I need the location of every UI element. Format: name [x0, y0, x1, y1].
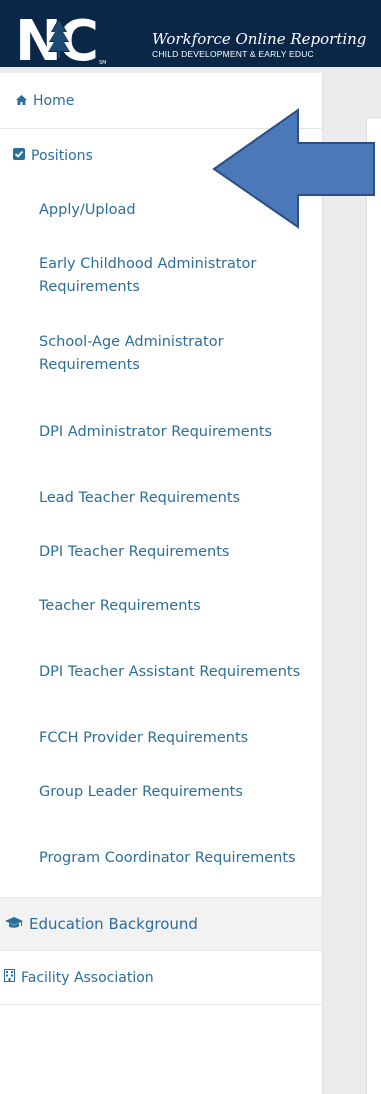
submenu-item-group-leader[interactable]: Group Leader Requirements: [0, 765, 322, 819]
submenu-item-dpi-teacher[interactable]: DPI Teacher Requirements: [0, 525, 322, 579]
app-subtitle: CHILD DEVELOPMENT & EARLY EDUC: [152, 49, 314, 59]
app-title: Workforce Online Reporting: [152, 30, 367, 48]
building-icon: [4, 969, 15, 986]
positions-submenu: Apply/Upload Early Childhood Administrat…: [0, 183, 322, 897]
submenu-item-dpi-teacher-assistant[interactable]: DPI Teacher Assistant Requirements: [0, 633, 322, 711]
sidebar-item-label: Facility Association: [21, 969, 154, 986]
submenu-item-program-coordinator[interactable]: Program Coordinator Requirements: [0, 819, 322, 897]
content-panel: [366, 119, 381, 1094]
brand: Workforce Online Reporting CHILD DEVELOP…: [152, 30, 367, 60]
sidebar-item-label: Positions: [31, 148, 93, 164]
submenu-item-dpi-admin[interactable]: DPI Administrator Requirements: [0, 393, 322, 471]
submenu-item-school-age-admin[interactable]: School-Age Administrator Requirements: [0, 315, 322, 393]
sidebar-item-label: Education Background: [29, 915, 198, 933]
sidebar-item-facility-association[interactable]: Facility Association: [0, 951, 322, 1005]
submenu-item-early-childhood-admin[interactable]: Early Childhood Administrator Requiremen…: [0, 237, 322, 315]
svg-text:SM: SM: [99, 60, 107, 65]
left-arrow-annotation: [212, 108, 375, 229]
sidebar-item-label: Home: [33, 92, 75, 109]
sidebar-item-education-background[interactable]: Education Background: [0, 897, 322, 951]
home-icon: [16, 93, 27, 109]
app-header: NC SM Workforce Online Reporting CHILD D…: [0, 0, 381, 67]
submenu-item-teacher[interactable]: Teacher Requirements: [0, 579, 322, 633]
nc-logo[interactable]: NC SM: [15, 10, 110, 65]
submenu-item-fcch-provider[interactable]: FCCH Provider Requirements: [0, 711, 322, 765]
graduation-cap-icon: [5, 915, 23, 933]
submenu-item-lead-teacher[interactable]: Lead Teacher Requirements: [0, 471, 322, 525]
checkbox-icon: [13, 148, 25, 164]
